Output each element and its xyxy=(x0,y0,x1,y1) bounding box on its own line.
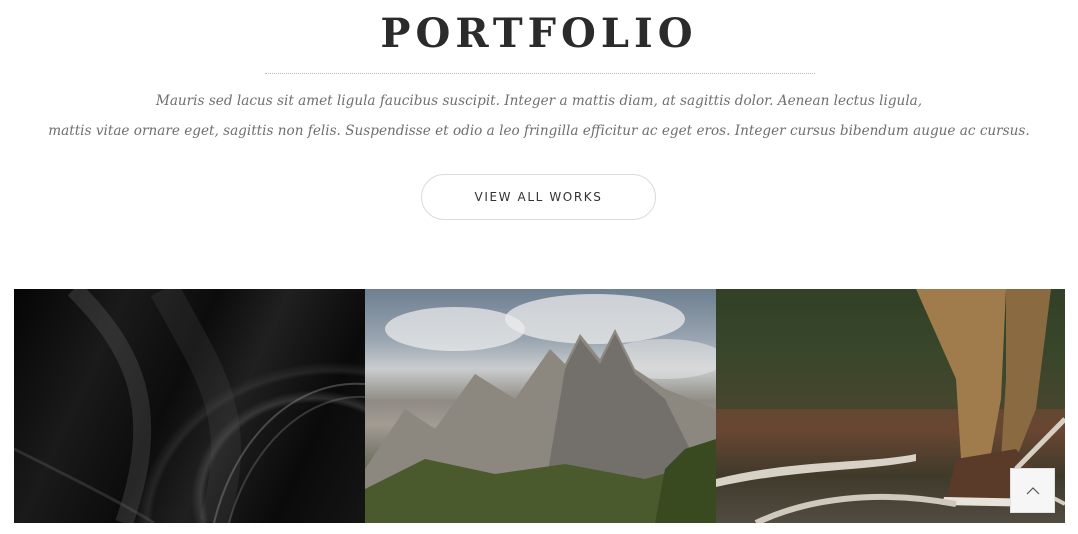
title-divider xyxy=(265,73,815,74)
portfolio-item-mountains[interactable] xyxy=(365,289,716,523)
portfolio-gallery xyxy=(14,289,1065,523)
intro-line: mattis vitae ornare eget, sagittis non f… xyxy=(48,123,1030,139)
mountain-landscape-image xyxy=(365,294,716,523)
portfolio-item-abstract[interactable] xyxy=(14,289,365,523)
scroll-to-top-button[interactable] xyxy=(1010,468,1055,513)
view-all-works-button[interactable]: VIEW ALL WORKS xyxy=(421,174,656,220)
section-intro: Mauris sed lacus sit amet ligula faucibu… xyxy=(0,86,1078,146)
chevron-up-icon xyxy=(1026,486,1039,494)
intro-line: Mauris sed lacus sit amet ligula faucibu… xyxy=(155,93,923,109)
abstract-curves-image xyxy=(14,289,365,523)
section-title: PORTFOLIO xyxy=(380,10,698,57)
